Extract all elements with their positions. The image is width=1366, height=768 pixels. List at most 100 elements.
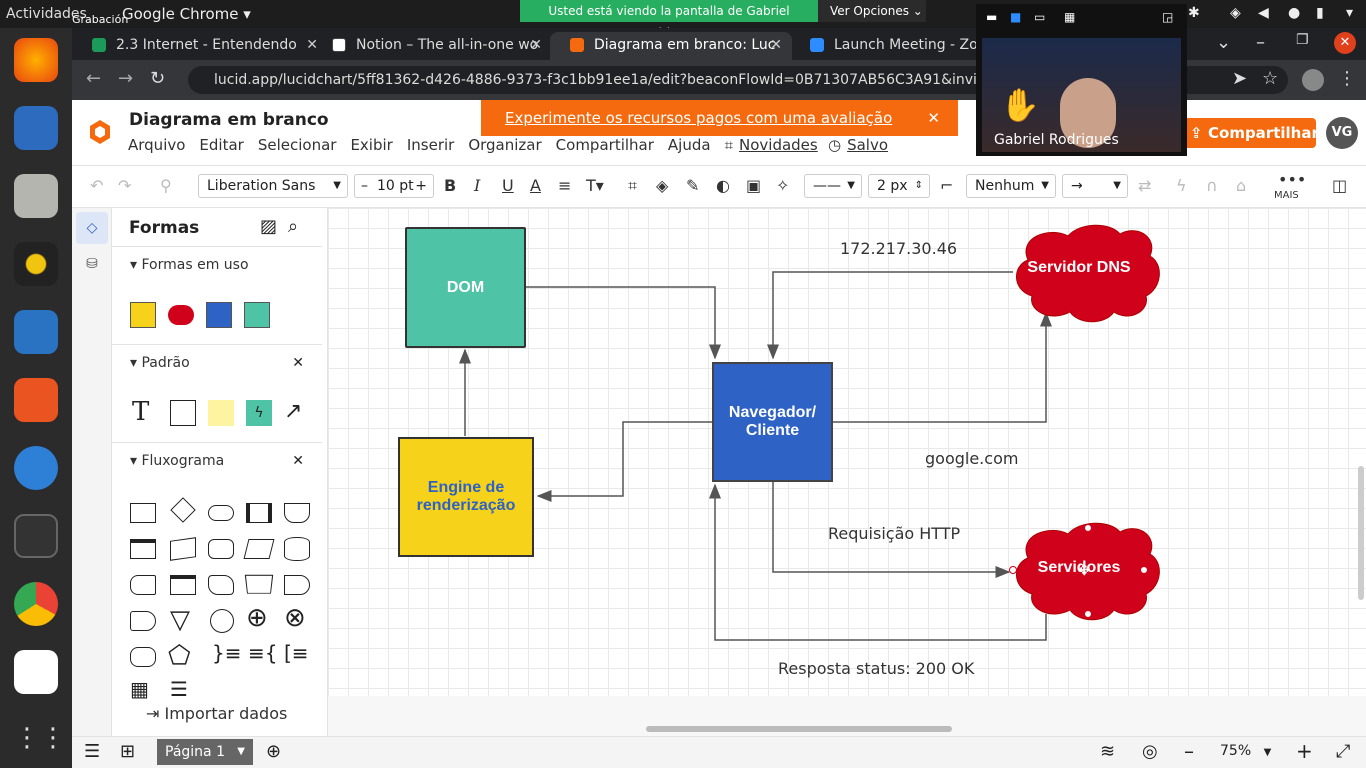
- power-menu-icon[interactable]: ▾: [1346, 5, 1353, 21]
- wifi-icon[interactable]: ◈: [1230, 5, 1241, 21]
- section-header[interactable]: ▾ Formas em uso: [130, 257, 249, 273]
- process-shape-icon[interactable]: [130, 503, 156, 523]
- tray-app-icon[interactable]: ✱: [1188, 5, 1200, 21]
- ip-address-label[interactable]: 172.217.30.46: [840, 239, 957, 258]
- gallery-view-icon[interactable]: ▭: [1034, 10, 1045, 24]
- news-link[interactable]: Novidades: [739, 136, 818, 154]
- italic-icon[interactable]: I: [474, 176, 480, 195]
- back-icon[interactable]: ←: [86, 68, 101, 89]
- data-rail-icon[interactable]: ⛁: [76, 248, 108, 280]
- panel-toggle-icon[interactable]: ◫: [1332, 176, 1347, 195]
- connector-dns-to-client[interactable]: [767, 271, 1013, 360]
- annotation-brace-icon[interactable]: }≡: [212, 641, 241, 665]
- trial-promo-banner[interactable]: Experimente os recursos pagos com uma av…: [481, 100, 958, 163]
- browser-menu-icon[interactable]: ⋮: [1338, 68, 1356, 89]
- list-shape-icon[interactable]: ☰: [170, 677, 188, 701]
- font-size-stepper[interactable]: – 10 pt +: [354, 174, 434, 198]
- diagram-canvas[interactable]: DOM Engine de renderização Navegador/ Cl…: [328, 208, 1366, 696]
- page-tab[interactable]: Página 1 ▼: [157, 739, 253, 765]
- zoom-out-icon[interactable]: –: [1184, 739, 1194, 763]
- layers-icon[interactable]: ≋: [1100, 741, 1115, 762]
- used-shape-swatch[interactable]: [244, 302, 270, 328]
- firefox-icon[interactable]: [14, 38, 58, 82]
- summing-junction-icon[interactable]: ⊗: [284, 603, 306, 633]
- terminal-icon[interactable]: [14, 514, 58, 558]
- database-shape-icon[interactable]: [284, 537, 310, 561]
- send-icon[interactable]: ➤: [1232, 68, 1247, 89]
- volume-icon[interactable]: ◀: [1258, 5, 1269, 21]
- document-title[interactable]: Diagrama em branco: [129, 110, 329, 130]
- action-icon[interactable]: ϟ: [1176, 176, 1187, 195]
- forward-icon[interactable]: →: [118, 68, 133, 89]
- connector-client-to-engine[interactable]: [536, 421, 712, 502]
- line-color-icon[interactable]: ✎: [686, 176, 699, 195]
- minimize-icon[interactable]: ▬: [986, 10, 997, 24]
- battery-icon[interactable]: ▮: [1316, 5, 1324, 21]
- decision-shape-icon[interactable]: [170, 497, 196, 523]
- thunderbird-icon[interactable]: [14, 106, 58, 150]
- navigate-icon[interactable]: ◎: [1142, 741, 1158, 762]
- close-icon[interactable]: ✕: [292, 355, 304, 371]
- connector-dom-to-client[interactable]: [526, 286, 721, 360]
- share-button[interactable]: ⇪ Compartilhar: [1180, 118, 1319, 148]
- slack-icon[interactable]: [14, 650, 58, 694]
- menu-file[interactable]: Arquivo: [128, 136, 185, 154]
- browser-tab[interactable]: 2.3 Internet - Entendendo ✕: [72, 32, 328, 60]
- view-options-button[interactable]: Ver Opciones ⌄: [818, 0, 926, 22]
- avatar[interactable]: VG: [1326, 117, 1358, 149]
- menu-help[interactable]: Ajuda: [668, 136, 711, 154]
- maximize-icon[interactable]: ❐: [1296, 32, 1309, 48]
- profile-avatar[interactable]: [1302, 69, 1324, 91]
- underline-icon[interactable]: U: [502, 176, 514, 195]
- domain-label[interactable]: google.com: [925, 449, 1018, 468]
- image-icon[interactable]: ▣: [746, 176, 761, 195]
- line-shape-icon[interactable]: ↗: [284, 399, 302, 424]
- zoom-in-icon[interactable]: +: [1296, 739, 1313, 763]
- stored-data-icon[interactable]: [130, 575, 156, 595]
- menu-insert[interactable]: Inserir: [407, 136, 454, 154]
- loop-limit-icon[interactable]: [130, 647, 156, 667]
- software-center-icon[interactable]: [14, 378, 58, 422]
- reload-icon[interactable]: ↻: [150, 68, 165, 89]
- swap-icon[interactable]: ⇄: [1138, 176, 1151, 195]
- off-page-ref-icon[interactable]: ⬠: [168, 641, 191, 671]
- integrations-icon[interactable]: ⌗: [725, 136, 733, 154]
- undo-icon[interactable]: ↶: [90, 176, 103, 195]
- delay-shape-icon[interactable]: [284, 575, 310, 595]
- used-shape-swatch[interactable]: [130, 302, 156, 328]
- used-shape-swatch[interactable]: [206, 302, 232, 328]
- line-shape-icon[interactable]: ⌐: [940, 176, 953, 195]
- line-start-select[interactable]: Nenhum ▼: [966, 174, 1056, 198]
- text-options-icon[interactable]: T▾: [586, 176, 604, 195]
- terminator-shape-icon[interactable]: [208, 505, 234, 521]
- vertical-scrollbar[interactable]: [1358, 466, 1364, 600]
- line-end-select[interactable]: → ▼: [1062, 174, 1128, 198]
- add-page-icon[interactable]: ⊕: [266, 741, 281, 762]
- display-shape-icon[interactable]: [130, 611, 156, 631]
- data-shape-icon[interactable]: [243, 539, 275, 559]
- page-grid-icon[interactable]: ⊞: [120, 741, 135, 762]
- document-shape-icon[interactable]: [284, 503, 310, 523]
- zoom-video-window[interactable]: ▬ ■ ▭ ▦ ◲ ✋ Gabriel Rodrigues: [976, 4, 1187, 156]
- tab-search-icon[interactable]: ⌄: [1216, 32, 1231, 53]
- format-painter-icon[interactable]: ⚲: [160, 176, 172, 195]
- fullscreen-icon[interactable]: ⤢: [1336, 741, 1350, 762]
- minimize-icon[interactable]: –: [1256, 32, 1265, 53]
- help-icon[interactable]: [14, 446, 58, 490]
- import-data-button[interactable]: ⇥ Importar dados: [146, 704, 287, 723]
- text-shape-icon[interactable]: T: [132, 397, 149, 427]
- engine-box[interactable]: Engine de renderização: [398, 437, 534, 557]
- client-box[interactable]: Navegador/ Cliente: [712, 362, 833, 482]
- rectangle-shape-icon[interactable]: [170, 400, 196, 426]
- zoom-level-select[interactable]: 75% ▼: [1220, 743, 1271, 759]
- response-status-label[interactable]: Resposta status: 200 OK: [778, 659, 974, 678]
- connector-client-to-dns[interactable]: [833, 311, 1052, 423]
- http-request-label[interactable]: Requisição HTTP: [828, 524, 960, 543]
- menu-select[interactable]: Selecionar: [258, 136, 337, 154]
- files-icon[interactable]: [14, 174, 58, 218]
- manual-operation-icon[interactable]: [244, 574, 274, 594]
- save-status[interactable]: ◷ Salvo: [828, 136, 888, 154]
- connector-shape-icon[interactable]: [210, 609, 234, 633]
- menu-view[interactable]: Exibir: [350, 136, 392, 154]
- lucidchart-logo-icon[interactable]: [90, 120, 110, 144]
